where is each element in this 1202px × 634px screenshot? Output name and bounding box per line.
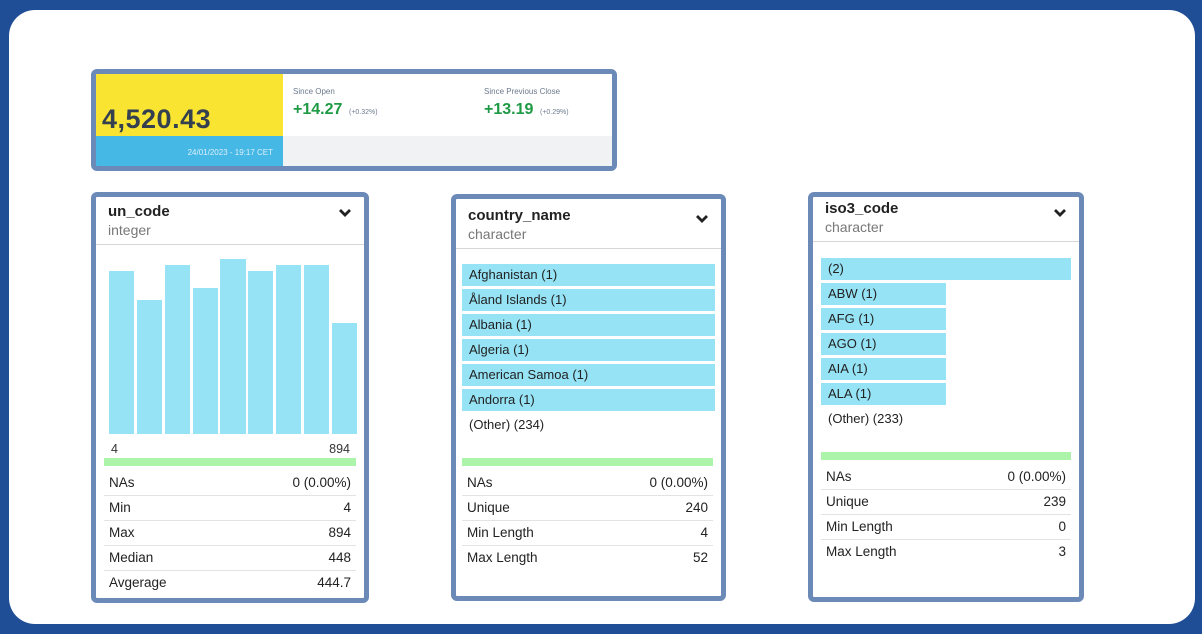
card-header: country_name character xyxy=(456,199,721,249)
stat-label: NAs xyxy=(826,469,852,484)
frequency-item: AIA (1) xyxy=(821,358,946,380)
stat-value: 4 xyxy=(700,525,708,540)
stat-label: Median xyxy=(109,550,154,565)
change-footer xyxy=(283,136,612,166)
histogram-bar xyxy=(192,288,218,434)
frequency-item: Andorra (1) xyxy=(462,389,715,411)
stat-value: 0 (0.00%) xyxy=(292,475,351,490)
frequency-item: ABW (1) xyxy=(821,283,946,305)
stat-value: 3 xyxy=(1058,544,1066,559)
stat-row: Max Length 52 xyxy=(462,546,713,570)
histogram-bar xyxy=(164,264,190,434)
stat-value: 4 xyxy=(343,500,351,515)
stat-row: Max 894 xyxy=(104,521,356,546)
stat-value: 0 (0.00%) xyxy=(1007,469,1066,484)
column-type: character xyxy=(825,219,884,235)
column-name: iso3_code xyxy=(825,200,899,217)
frequency-item: Algeria (1) xyxy=(462,339,715,361)
stats-table: NAs 0 (0.00%) Unique 240 Min Length 4 Max Leng… xyxy=(462,471,713,570)
price-timestamp: 24/01/2023 - 19:17 CET xyxy=(187,148,273,157)
card-header: iso3_code character xyxy=(813,197,1079,242)
stat-row: Avgerage 444.7 xyxy=(104,571,356,595)
histogram-bar xyxy=(220,259,246,434)
frequency-list: Afghanistan (1) Åland Islands (1) Albania … xyxy=(462,264,715,439)
stats-table: NAs 0 (0.00%) Min 4 Max 894 Median 448 Avgerage 4… xyxy=(104,471,356,595)
price-ticker: 4,520.43 24/01/2023 - 19:17 CET Since Op… xyxy=(91,69,617,171)
histogram-bar xyxy=(136,299,163,434)
stat-value: 894 xyxy=(328,525,351,540)
histogram xyxy=(109,259,357,434)
completeness-bar xyxy=(462,458,713,466)
stat-row: Min Length 0 xyxy=(821,515,1071,540)
histogram-bar xyxy=(276,264,302,434)
frequency-item: ALA (1) xyxy=(821,383,946,405)
stat-label: Max Length xyxy=(467,550,538,565)
stat-label: Max Length xyxy=(826,544,897,559)
stat-value: 444.7 xyxy=(317,575,351,590)
frequency-item: Afghanistan (1) xyxy=(462,264,715,286)
stat-value: 0 xyxy=(1058,519,1066,534)
column-card-iso3-code: iso3_code character (2) ABW (1) AFG (1) AGO… xyxy=(808,192,1084,602)
stat-label: Min xyxy=(109,500,131,515)
stat-row: NAs 0 (0.00%) xyxy=(104,471,356,496)
frequency-item: AGO (1) xyxy=(821,333,946,355)
column-card-country-name: country_name character Afghanistan (1) Ål… xyxy=(451,194,726,601)
stat-row: Unique 239 xyxy=(821,490,1071,515)
stat-value: 240 xyxy=(685,500,708,515)
histogram-bar xyxy=(331,323,357,434)
stat-value: 52 xyxy=(692,550,708,565)
frequency-other: (Other) (233) xyxy=(828,411,904,426)
histogram-bar xyxy=(303,264,330,434)
frequency-item: Åland Islands (1) xyxy=(462,289,715,311)
stat-row: Min Length 4 xyxy=(462,521,713,546)
hist-max-label: 894 xyxy=(329,442,350,456)
stat-row: NAs 0 (0.00%) xyxy=(462,471,713,496)
column-type: character xyxy=(468,226,527,242)
stat-row: Max Length 3 xyxy=(821,540,1071,564)
stat-label: Unique xyxy=(467,500,510,515)
stat-row: NAs 0 (0.00%) xyxy=(821,465,1071,490)
since-open-label: Since Open xyxy=(293,87,335,96)
since-prev-close-label: Since Previous Close xyxy=(484,87,561,96)
since-prev-close-value: +13.19 xyxy=(484,101,534,118)
stat-label: NAs xyxy=(109,475,135,490)
chevron-down-icon[interactable] xyxy=(1053,207,1067,219)
stat-row: Min 4 xyxy=(104,496,356,521)
frequency-item: American Samoa (1) xyxy=(462,364,715,386)
stat-label: Max xyxy=(109,525,135,540)
stat-label: Min Length xyxy=(467,525,534,540)
frequency-other: (Other) (234) xyxy=(469,417,545,432)
stat-label: NAs xyxy=(467,475,493,490)
card-header: un_code integer xyxy=(96,197,364,245)
stat-label: Min Length xyxy=(826,519,893,534)
completeness-bar xyxy=(821,452,1071,460)
stat-label: Avgerage xyxy=(109,575,167,590)
stat-label: Unique xyxy=(826,494,869,509)
frequency-item: Albania (1) xyxy=(462,314,715,336)
stat-value: 0 (0.00%) xyxy=(649,475,708,490)
chevron-down-icon[interactable] xyxy=(338,207,352,219)
hist-min-label: 4 xyxy=(111,442,118,456)
since-open-pct: (+0.32%) xyxy=(349,109,378,116)
column-name: country_name xyxy=(468,207,571,224)
histogram-bar xyxy=(248,270,274,434)
since-open-value: +14.27 xyxy=(293,101,343,118)
stat-value: 239 xyxy=(1043,494,1066,509)
column-name: un_code xyxy=(108,203,170,220)
frequency-list: (2) ABW (1) AFG (1) AGO (1) AIA (1) ALA (1) (O… xyxy=(821,258,1071,433)
stat-row: Median 448 xyxy=(104,546,356,571)
frequency-item: AFG (1) xyxy=(821,308,946,330)
since-prev-close-pct: (+0.29%) xyxy=(540,109,569,116)
column-type: integer xyxy=(108,222,151,238)
stat-value: 448 xyxy=(328,550,351,565)
histogram-bar xyxy=(109,270,135,434)
completeness-bar xyxy=(104,458,356,466)
stats-table: NAs 0 (0.00%) Unique 239 Min Length 0 Max Leng… xyxy=(821,465,1071,564)
frequency-item: (2) xyxy=(821,258,1071,280)
stat-row: Unique 240 xyxy=(462,496,713,521)
price-value: 4,520.43 xyxy=(102,104,212,134)
chevron-down-icon[interactable] xyxy=(695,213,709,225)
column-card-un-code: un_code integer 4 894 NAs 0 (0.00%) Min 4 Ma… xyxy=(91,192,369,603)
